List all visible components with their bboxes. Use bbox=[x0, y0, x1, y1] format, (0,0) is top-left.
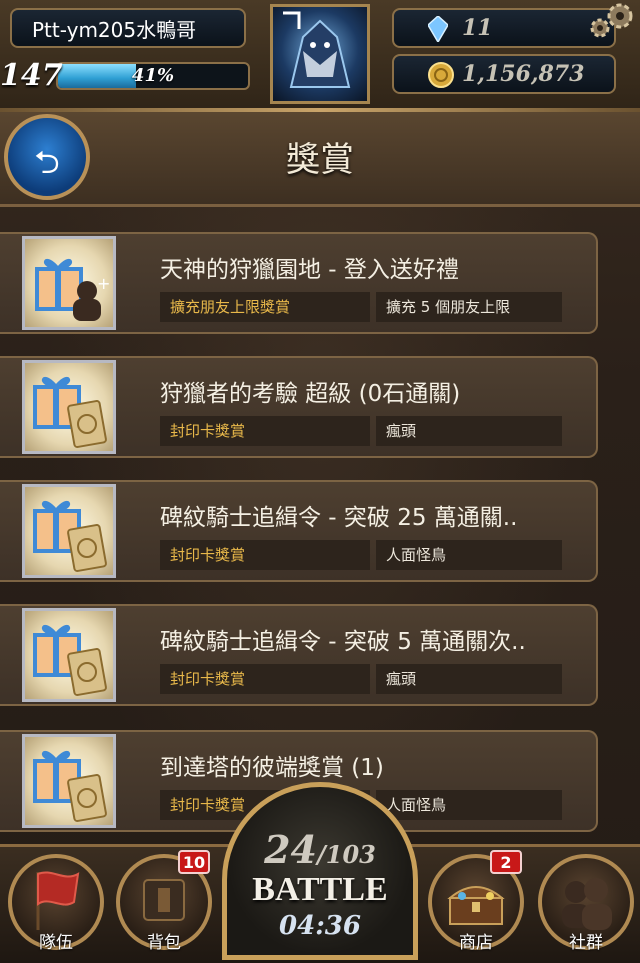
player-level: 147 bbox=[0, 58, 63, 93]
gift-card-icon bbox=[22, 734, 116, 828]
battle-label: BATTLE bbox=[252, 871, 388, 908]
reward-item[interactable]: 碑紋騎士追緝令 - 突破 5 萬通關次.. 封印卡獎賞 瘋頭 bbox=[0, 604, 598, 706]
reward-type: 封印卡獎賞 bbox=[160, 664, 370, 694]
social-label: 社群 bbox=[569, 933, 603, 953]
shop-badge: 2 bbox=[490, 850, 522, 874]
reward-detail: 瘋頭 bbox=[376, 664, 562, 694]
gift-card-icon bbox=[22, 360, 116, 454]
settings-gear-icon[interactable] bbox=[580, 0, 640, 46]
team-label: 隊伍 bbox=[39, 933, 73, 953]
stamina-max: /103 bbox=[317, 840, 376, 869]
page-title: 獎賞 bbox=[286, 140, 354, 180]
reward-detail: 瘋頭 bbox=[376, 416, 562, 446]
diamond-icon bbox=[427, 14, 449, 53]
back-arrow-icon: ⮌ bbox=[34, 143, 60, 181]
svg-text:+: + bbox=[97, 274, 110, 293]
reward-title: 碑紋騎士追緝令 - 突破 5 萬通關次.. bbox=[160, 629, 526, 655]
reward-item[interactable]: + 天神的狩獵園地 - 登入送好禮 擴充朋友上限獎賞 擴充 5 個朋友上限 bbox=[0, 232, 598, 334]
coin-icon bbox=[428, 62, 454, 99]
reward-item[interactable]: 狩獵者的考驗 超級 (0石通關) 封印卡獎賞 瘋頭 bbox=[0, 356, 598, 458]
backpack-label: 背包 bbox=[147, 933, 181, 953]
reward-item[interactable]: 碑紋騎士追緝令 - 突破 25 萬通關.. 封印卡獎賞 人面怪鳥 bbox=[0, 480, 598, 582]
gift-friend-icon: + bbox=[22, 236, 116, 330]
reward-type: 封印卡獎賞 bbox=[160, 416, 370, 446]
gift-card-icon bbox=[22, 608, 116, 702]
xp-bar: 41% bbox=[56, 62, 250, 90]
top-hud: Ptt-ym205水鴨哥 147 41% 11 1,156,873 bbox=[0, 0, 640, 112]
player-name: Ptt-ym205水鴨哥 bbox=[10, 8, 246, 48]
stamina-current: 24 bbox=[264, 827, 317, 872]
reward-type: 擴充朋友上限獎賞 bbox=[160, 292, 370, 322]
shop-label: 商店 bbox=[459, 933, 493, 953]
reward-title: 狩獵者的考驗 超級 (0石通關) bbox=[160, 381, 461, 407]
gift-card-icon bbox=[22, 484, 116, 578]
coin-count: 1,156,873 bbox=[462, 61, 585, 87]
reward-type: 封印卡獎賞 bbox=[160, 540, 370, 570]
reward-title: 到達塔的彼端獎賞 (1) bbox=[160, 755, 384, 781]
coin-counter[interactable]: 1,156,873 bbox=[392, 54, 616, 94]
reward-detail: 人面怪鳥 bbox=[376, 790, 562, 820]
gem-count: 11 bbox=[462, 15, 493, 41]
reward-detail: 人面怪鳥 bbox=[376, 540, 562, 570]
backpack-badge: 10 bbox=[178, 850, 210, 874]
xp-percent: 41% bbox=[131, 65, 175, 86]
back-button[interactable]: ⮌ bbox=[4, 114, 90, 200]
leader-portrait[interactable] bbox=[270, 4, 370, 104]
stamina-timer: 04:36 bbox=[279, 911, 361, 941]
reward-title: 碑紋騎士追緝令 - 突破 25 萬通關.. bbox=[160, 505, 518, 531]
reward-detail: 擴充 5 個朋友上限 bbox=[376, 292, 562, 322]
stamina-counter: 24/103 bbox=[227, 827, 413, 872]
reward-title: 天神的狩獵園地 - 登入送好禮 bbox=[160, 257, 459, 283]
